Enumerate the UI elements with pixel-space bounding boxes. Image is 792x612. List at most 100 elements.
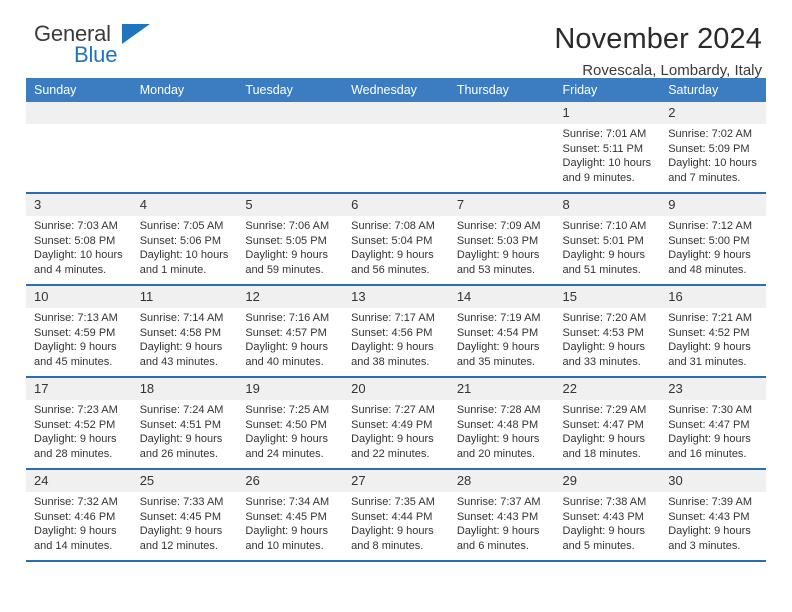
- calendar-day-cell[interactable]: 18 Sunrise: 7:24 AM Sunset: 4:51 PM Dayligh…: [131, 376, 238, 469]
- brand-logo[interactable]: General Blue: [26, 22, 184, 66]
- calendar-day-cell[interactable]: 10 Sunrise: 7:13 AM Sunset: 4:59 PM Dayligh…: [26, 284, 132, 377]
- calendar-day-cell[interactable]: 20 Sunrise: 7:27 AM Sunset: 4:49 PM Dayligh…: [343, 376, 449, 469]
- day-details: Sunrise: 7:27 AM Sunset: 4:49 PM Daylight:…: [343, 400, 449, 461]
- sunrise-text: Sunrise: 7:28 AM: [456, 404, 541, 416]
- weekday-header-wednesday: Wednesday: [343, 78, 449, 102]
- sunset-text: Sunset: 4:43 PM: [456, 510, 539, 523]
- day-number: [237, 102, 344, 124]
- day-number: 1: [554, 102, 661, 124]
- calendar-day-cell[interactable]: 23 Sunrise: 7:30 AM Sunset: 4:47 PM Dayligh…: [660, 376, 766, 469]
- calendar-day-cell[interactable]: 29 Sunrise: 7:38 AM Sunset: 4:43 PM Dayligh…: [554, 468, 661, 560]
- calendar-bottom-rule: [26, 560, 766, 562]
- calendar-day-cell[interactable]: 17 Sunrise: 7:23 AM Sunset: 4:52 PM Dayligh…: [26, 376, 132, 469]
- calendar-day-cell-empty: [448, 102, 555, 193]
- calendar-day-cell[interactable]: 15 Sunrise: 7:20 AM Sunset: 4:53 PM Dayligh…: [554, 284, 661, 377]
- day-number: 18: [131, 378, 238, 400]
- day-number: 23: [660, 378, 766, 400]
- sunset-text: Sunset: 4:54 PM: [456, 326, 539, 339]
- sunrise-text: Sunrise: 7:09 AM: [456, 220, 541, 232]
- day-number: 22: [554, 378, 661, 400]
- sunrise-text: Sunrise: 7:02 AM: [668, 128, 752, 140]
- daylight-text: Daylight: 9 hours and 16 minutes.: [668, 433, 751, 460]
- daylight-text: Daylight: 9 hours and 51 minutes.: [562, 249, 646, 276]
- calendar-day-cell[interactable]: 24 Sunrise: 7:32 AM Sunset: 4:46 PM Dayligh…: [26, 468, 132, 560]
- daylight-text: Daylight: 9 hours and 33 minutes.: [562, 341, 646, 368]
- calendar-day-cell[interactable]: 1 Sunrise: 7:01 AM Sunset: 5:11 PM Daylight…: [554, 102, 661, 193]
- calendar-day-cell[interactable]: 2 Sunrise: 7:02 AM Sunset: 5:09 PM Daylight…: [660, 102, 766, 193]
- page-subtitle: Rovescala, Lombardy, Italy: [582, 62, 762, 79]
- daylight-text: Daylight: 9 hours and 22 minutes.: [351, 433, 434, 460]
- daylight-text: Daylight: 9 hours and 53 minutes.: [456, 249, 540, 276]
- daylight-text: Daylight: 9 hours and 40 minutes.: [245, 341, 328, 368]
- calendar-page: General Blue November 2024 Rovescala, Lo…: [0, 0, 792, 612]
- sunset-text: Sunset: 4:47 PM: [668, 418, 750, 431]
- day-number: 16: [660, 286, 766, 308]
- calendar-day-cell[interactable]: 3 Sunrise: 7:03 AM Sunset: 5:08 PM Daylight…: [26, 192, 132, 285]
- calendar-day-cell[interactable]: 19 Sunrise: 7:25 AM Sunset: 4:50 PM Dayligh…: [237, 376, 344, 469]
- calendar-day-cell[interactable]: 4 Sunrise: 7:05 AM Sunset: 5:06 PM Daylight…: [131, 192, 238, 285]
- sunrise-text: Sunrise: 7:25 AM: [245, 404, 330, 416]
- day-details: Sunrise: 7:33 AM Sunset: 4:45 PM Daylight:…: [132, 492, 238, 553]
- sunrise-text: Sunrise: 7:32 AM: [34, 496, 118, 508]
- weekday-header-tuesday: Tuesday: [237, 78, 344, 102]
- calendar-day-cell[interactable]: 13 Sunrise: 7:17 AM Sunset: 4:56 PM Dayligh…: [343, 284, 449, 377]
- calendar-day-cell[interactable]: 25 Sunrise: 7:33 AM Sunset: 4:45 PM Dayligh…: [131, 468, 238, 560]
- day-details: Sunrise: 7:38 AM Sunset: 4:43 PM Daylight:…: [555, 492, 661, 553]
- daylight-text: Daylight: 9 hours and 35 minutes.: [456, 341, 540, 368]
- sunset-text: Sunset: 5:05 PM: [245, 234, 327, 247]
- daylight-text: Daylight: 9 hours and 14 minutes.: [34, 525, 117, 552]
- calendar-day-cell-empty: [131, 102, 238, 193]
- daylight-text: Daylight: 9 hours and 12 minutes.: [139, 525, 223, 552]
- day-number: 30: [660, 470, 766, 492]
- daylight-text: Daylight: 9 hours and 8 minutes.: [351, 525, 434, 552]
- calendar-day-cell[interactable]: 30 Sunrise: 7:39 AM Sunset: 4:43 PM Dayligh…: [660, 468, 766, 560]
- calendar-day-cell[interactable]: 14 Sunrise: 7:19 AM Sunset: 4:54 PM Dayligh…: [448, 284, 555, 377]
- day-details: Sunrise: 7:13 AM Sunset: 4:59 PM Daylight:…: [26, 308, 132, 369]
- calendar-week-row: 17 Sunrise: 7:23 AM Sunset: 4:52 PM Dayligh…: [26, 376, 766, 469]
- triangle-icon: [122, 24, 150, 44]
- calendar-day-cell[interactable]: 22 Sunrise: 7:29 AM Sunset: 4:47 PM Dayligh…: [554, 376, 661, 469]
- calendar-day-cell[interactable]: 16 Sunrise: 7:21 AM Sunset: 4:52 PM Dayligh…: [660, 284, 766, 377]
- day-details: Sunrise: 7:14 AM Sunset: 4:58 PM Daylight:…: [132, 308, 238, 369]
- page-header: General Blue November 2024 Rovescala, Lo…: [26, 0, 766, 80]
- calendar-day-cell[interactable]: 11 Sunrise: 7:14 AM Sunset: 4:58 PM Dayligh…: [131, 284, 238, 377]
- calendar-day-cell[interactable]: 5 Sunrise: 7:06 AM Sunset: 5:05 PM Daylight…: [237, 192, 344, 285]
- day-number: 29: [554, 470, 661, 492]
- calendar-day-cell[interactable]: 21 Sunrise: 7:28 AM Sunset: 4:48 PM Dayligh…: [448, 376, 555, 469]
- calendar-day-cell[interactable]: 12 Sunrise: 7:16 AM Sunset: 4:57 PM Dayligh…: [237, 284, 344, 377]
- sunset-text: Sunset: 5:11 PM: [562, 142, 644, 155]
- calendar-day-cell[interactable]: 27 Sunrise: 7:35 AM Sunset: 4:44 PM Dayligh…: [343, 468, 449, 560]
- sunrise-text: Sunrise: 7:14 AM: [139, 312, 224, 324]
- sunset-text: Sunset: 4:53 PM: [562, 326, 644, 339]
- day-details: Sunrise: 7:01 AM Sunset: 5:11 PM Daylight:…: [555, 124, 661, 185]
- daylight-text: Daylight: 9 hours and 48 minutes.: [668, 249, 751, 276]
- sunrise-text: Sunrise: 7:24 AM: [139, 404, 224, 416]
- sunrise-text: Sunrise: 7:17 AM: [351, 312, 435, 324]
- daylight-text: Daylight: 9 hours and 59 minutes.: [245, 249, 328, 276]
- sunrise-text: Sunrise: 7:23 AM: [34, 404, 118, 416]
- day-number: 5: [237, 194, 344, 216]
- day-details: Sunrise: 7:09 AM Sunset: 5:03 PM Daylight:…: [449, 216, 555, 277]
- day-details: Sunrise: 7:08 AM Sunset: 5:04 PM Daylight:…: [343, 216, 449, 277]
- sunset-text: Sunset: 5:06 PM: [139, 234, 222, 247]
- sunset-text: Sunset: 4:56 PM: [351, 326, 433, 339]
- sunrise-text: Sunrise: 7:03 AM: [34, 220, 118, 232]
- daylight-text: Daylight: 10 hours and 7 minutes.: [668, 157, 757, 184]
- calendar-day-cell[interactable]: 26 Sunrise: 7:34 AM Sunset: 4:45 PM Dayligh…: [237, 468, 344, 560]
- brand-name-top: General: [34, 21, 111, 46]
- day-number: [131, 102, 238, 124]
- daylight-text: Daylight: 9 hours and 10 minutes.: [245, 525, 328, 552]
- calendar-day-cell[interactable]: 28 Sunrise: 7:37 AM Sunset: 4:43 PM Dayligh…: [448, 468, 555, 560]
- sunset-text: Sunset: 4:47 PM: [562, 418, 644, 431]
- calendar-day-cell[interactable]: 6 Sunrise: 7:08 AM Sunset: 5:04 PM Daylight…: [343, 192, 449, 285]
- day-details: Sunrise: 7:06 AM Sunset: 5:05 PM Daylight:…: [237, 216, 343, 277]
- sunrise-text: Sunrise: 7:34 AM: [245, 496, 330, 508]
- sunset-text: Sunset: 5:04 PM: [351, 234, 433, 247]
- calendar-day-cell-empty: [26, 102, 132, 193]
- day-number: 3: [26, 194, 132, 216]
- calendar-day-cell[interactable]: 7 Sunrise: 7:09 AM Sunset: 5:03 PM Daylight…: [448, 192, 555, 285]
- calendar-day-cell[interactable]: 8 Sunrise: 7:10 AM Sunset: 5:01 PM Daylight…: [554, 192, 661, 285]
- day-number: 25: [131, 470, 238, 492]
- calendar-day-cell[interactable]: 9 Sunrise: 7:12 AM Sunset: 5:00 PM Daylight…: [660, 192, 766, 285]
- daylight-text: Daylight: 9 hours and 18 minutes.: [562, 433, 646, 460]
